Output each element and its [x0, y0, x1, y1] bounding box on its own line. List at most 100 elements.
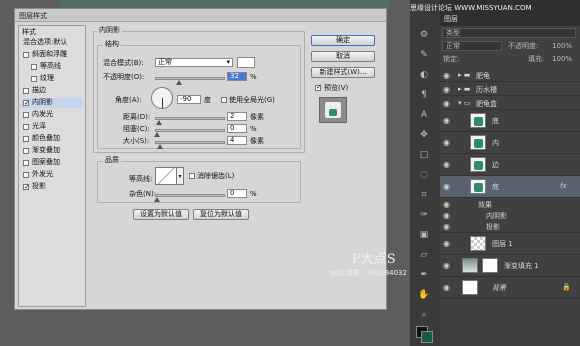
- style-item-selected[interactable]: 内阴影: [21, 98, 83, 108]
- layer-row[interactable]: ◉ 图层 1: [440, 233, 580, 255]
- style-item[interactable]: 内发光: [21, 110, 83, 120]
- antialias-checkbox[interactable]: [189, 173, 195, 179]
- visibility-eye-icon[interactable]: ◉: [443, 138, 450, 147]
- choke-input[interactable]: 0: [227, 124, 247, 133]
- cancel-button[interactable]: 取消: [311, 51, 375, 62]
- layer-row[interactable]: ◉ 渐变填充 1: [440, 255, 580, 277]
- layer-row[interactable]: ◉ ▸ ▬ 肥龟: [440, 68, 580, 82]
- noise-input[interactable]: 0: [227, 189, 247, 198]
- opacity-input[interactable]: 32: [227, 72, 247, 81]
- checkbox[interactable]: [23, 124, 29, 130]
- slider-thumb[interactable]: [176, 80, 182, 85]
- checkbox[interactable]: [23, 182, 30, 192]
- opacity-slider[interactable]: [155, 77, 225, 85]
- layers-tab[interactable]: 图层: [444, 15, 458, 24]
- angle-dial[interactable]: [151, 87, 173, 109]
- checkbox[interactable]: [31, 64, 37, 70]
- visibility-eye-icon[interactable]: ◉: [443, 283, 450, 292]
- fx-icon[interactable]: fx: [560, 182, 567, 190]
- effect-item[interactable]: ◉ 投影: [440, 221, 580, 233]
- checkbox[interactable]: [31, 76, 37, 82]
- layer-opacity-value[interactable]: 100%: [552, 42, 572, 51]
- visibility-eye-icon[interactable]: ◉: [443, 222, 450, 231]
- pen-icon[interactable]: ✒: [418, 270, 430, 280]
- adjust-icon[interactable]: ◐: [418, 70, 430, 80]
- effects-row[interactable]: ◉ 效果: [440, 198, 580, 210]
- eraser-icon[interactable]: ▱: [418, 250, 430, 260]
- style-item[interactable]: 图案叠加: [21, 158, 83, 168]
- make-default-button[interactable]: 设置为默认值: [133, 209, 189, 220]
- style-item[interactable]: 颜色叠加: [21, 134, 83, 144]
- visibility-eye-icon[interactable]: ◉: [443, 99, 450, 108]
- style-item[interactable]: 混合选项:默认: [21, 38, 83, 48]
- style-item[interactable]: 投影: [21, 182, 83, 192]
- visibility-eye-icon[interactable]: ◉: [443, 160, 450, 169]
- visibility-eye-icon[interactable]: ◉: [443, 85, 450, 94]
- visibility-eye-icon[interactable]: ◉: [443, 200, 450, 209]
- checkbox[interactable]: [23, 98, 30, 108]
- eyedropper-icon[interactable]: ✑: [418, 210, 430, 220]
- dialog-titlebar[interactable]: 图层样式: [15, 9, 386, 22]
- distance-slider[interactable]: [155, 117, 225, 125]
- choke-slider[interactable]: [154, 129, 225, 137]
- checkbox[interactable]: [23, 88, 29, 94]
- brush-icon[interactable]: ✎: [418, 50, 430, 60]
- shadow-color-swatch[interactable]: [237, 57, 255, 68]
- blend-mode-select[interactable]: 正常: [442, 41, 502, 51]
- size-input[interactable]: 4: [227, 136, 247, 145]
- style-item[interactable]: 光泽: [21, 122, 83, 132]
- visibility-eye-icon[interactable]: ◉: [443, 71, 450, 80]
- layer-row[interactable]: ◉ 背景 🔒: [440, 277, 580, 299]
- slider-thumb[interactable]: [154, 197, 160, 202]
- reset-default-button[interactable]: 复位为默认值: [193, 209, 249, 220]
- layer-row[interactable]: ◉ ▸ ▬ 历水槽: [440, 82, 580, 96]
- style-item[interactable]: 描边: [21, 86, 83, 96]
- layer-row-selected[interactable]: ◉ 底 fx: [440, 176, 580, 198]
- checkbox[interactable]: [23, 52, 29, 58]
- checkbox[interactable]: [23, 136, 29, 142]
- style-item[interactable]: 渐变叠加: [21, 146, 83, 156]
- distance-input[interactable]: 2: [227, 112, 247, 121]
- style-item[interactable]: 斜面和浮雕: [21, 50, 83, 60]
- new-style-button[interactable]: 新建样式(W)...: [311, 67, 375, 78]
- contour-preview[interactable]: [155, 167, 177, 185]
- chevron-down-icon[interactable]: ▾: [177, 167, 184, 185]
- style-item[interactable]: 纹理: [21, 74, 83, 84]
- layer-row[interactable]: ◉ 内: [440, 132, 580, 154]
- slider-thumb[interactable]: [154, 132, 160, 137]
- visibility-eye-icon[interactable]: ◉: [443, 116, 450, 125]
- select-icon[interactable]: □: [418, 150, 430, 160]
- slider-thumb[interactable]: [157, 144, 163, 149]
- noise-slider[interactable]: [154, 194, 225, 202]
- effect-item[interactable]: ◉ 内阴影: [440, 210, 580, 221]
- layer-filter[interactable]: 类型: [442, 28, 576, 38]
- visibility-eye-icon[interactable]: ◉: [443, 211, 450, 220]
- stamp-icon[interactable]: ▣: [418, 230, 430, 240]
- layer-row[interactable]: ◉ ▾ ▭ 肥龟盒: [440, 96, 580, 110]
- fill-value[interactable]: 100%: [552, 55, 572, 64]
- checkbox[interactable]: [23, 112, 29, 118]
- layer-row[interactable]: ◉ 边: [440, 154, 580, 176]
- visibility-eye-icon[interactable]: ◉: [443, 182, 450, 191]
- blend-mode-dropdown[interactable]: 正常 ▾: [155, 58, 233, 67]
- text-icon[interactable]: A: [418, 110, 430, 120]
- hand-icon[interactable]: ✋: [418, 290, 430, 300]
- size-slider[interactable]: [155, 141, 225, 149]
- checkbox[interactable]: [23, 160, 29, 166]
- ok-button[interactable]: 确定: [311, 35, 375, 46]
- style-item[interactable]: 外发光: [21, 170, 83, 180]
- angle-input[interactable]: -90: [177, 95, 201, 104]
- history-icon[interactable]: ⚙: [418, 30, 430, 40]
- slider-thumb[interactable]: [156, 120, 162, 125]
- lasso-icon[interactable]: ◌: [418, 170, 430, 180]
- style-item[interactable]: 等高线: [21, 62, 83, 72]
- visibility-eye-icon[interactable]: ◉: [443, 261, 450, 270]
- move-icon[interactable]: ✥: [418, 130, 430, 140]
- background-color-swatch[interactable]: [421, 331, 433, 343]
- zoom-icon[interactable]: ⌕: [418, 310, 430, 320]
- checkbox[interactable]: [23, 172, 29, 178]
- layer-row[interactable]: ◉ 底: [440, 110, 580, 132]
- checkbox[interactable]: [23, 148, 29, 154]
- paragraph-icon[interactable]: ¶: [418, 90, 430, 100]
- preview-checkbox[interactable]: [315, 83, 322, 91]
